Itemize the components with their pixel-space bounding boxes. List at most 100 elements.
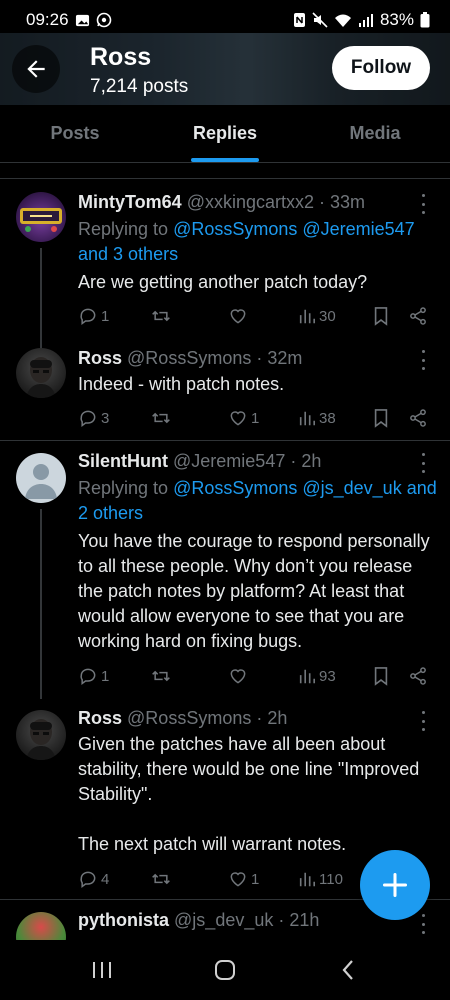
tweet-text: Given the patches have all been about st… [78,734,420,854]
thread-line [40,248,42,353]
wifi-icon [334,13,352,28]
tweet-actions: 3 1 38 [78,406,438,430]
back-button[interactable] [12,45,60,93]
display-name[interactable]: Ross [78,348,122,368]
like-button[interactable]: 1 [228,406,259,430]
tweet-header: MintyTom64 @xxkingcartxx2 · 33m [78,192,365,213]
views-icon [299,872,316,887]
display-name[interactable]: Ross [78,708,122,728]
more-options-icon[interactable] [416,914,430,934]
views-button[interactable]: 93 [298,664,336,688]
tweet-mintytom64[interactable]: MintyTom64 @xxkingcartxx2 · 33m Replying… [0,180,450,353]
tab-media[interactable]: Media [300,105,450,162]
follow-button[interactable]: Follow [332,46,430,90]
profile-name: Ross [90,43,152,71]
repost-button[interactable] [150,406,172,430]
reply-button[interactable]: 3 [78,406,109,430]
plus-icon [382,872,408,898]
bookmark-icon [374,667,388,686]
like-count: 1 [251,870,260,888]
more-options-icon[interactable] [416,453,430,473]
home-button[interactable] [195,950,255,990]
recent-apps-button[interactable] [72,950,132,990]
tweet-text: Indeed - with patch notes. [78,374,285,394]
repost-icon [152,670,170,682]
chevron-left-icon [342,960,354,980]
repost-button[interactable] [150,664,172,688]
avatar[interactable] [16,348,66,398]
reply-mentions[interactable]: @RossSymons @js_dev_uk [173,478,402,498]
avatar[interactable] [16,912,66,940]
display-name[interactable]: SilentHunt [78,451,168,471]
more-options-icon[interactable] [416,350,430,370]
recent-apps-icon [92,962,111,978]
tweet-actions: 1 93 [78,664,438,688]
reply-button[interactable]: 4 [78,867,109,891]
thread-line [40,509,42,699]
views-button[interactable]: 110 [298,867,343,891]
profile-tabs: Posts Replies Media [0,105,450,163]
heart-icon [230,411,246,426]
tab-posts[interactable]: Posts [0,105,150,162]
battery-percent: 83% [379,10,414,29]
like-button[interactable]: 1 [228,867,259,891]
repost-button[interactable] [150,304,172,328]
reply-count: 3 [101,409,110,427]
reply-button[interactable]: 1 [78,664,109,688]
repost-icon [152,873,170,885]
arrow-left-icon [27,60,45,78]
handle-time: @RossSymons · 2h [127,708,288,728]
handle-time: @RossSymons · 32m [127,348,303,368]
reply-count: 4 [101,870,110,888]
tweet-silenthunt[interactable]: SilentHunt @Jeremie547 · 2h Replying to … [0,441,450,699]
share-button[interactable] [408,304,428,328]
avatar[interactable] [16,192,66,242]
post-count: 7,214 posts [90,76,189,97]
tab-replies[interactable]: Replies [150,105,300,162]
view-count: 93 [319,667,336,685]
like-button[interactable] [228,664,248,688]
mute-icon [312,12,328,28]
bookmark-button[interactable] [372,406,390,430]
bookmark-button[interactable] [372,664,390,688]
avatar[interactable] [16,710,66,760]
tweet-header: SilentHunt @Jeremie547 · 2h [78,451,321,472]
reply-icon [80,668,96,685]
more-options-icon[interactable] [416,194,430,214]
reply-others[interactable]: and 3 others [78,244,178,264]
view-count: 38 [319,409,336,427]
repost-icon [152,412,170,424]
views-button[interactable]: 38 [298,406,336,430]
like-button[interactable] [228,304,248,328]
heart-icon [230,309,246,324]
tweet-header: Ross @RossSymons · 32m [78,348,302,369]
compose-button[interactable] [360,850,430,920]
handle-time: @Jeremie547 · 2h [173,451,322,471]
share-button[interactable] [408,664,428,688]
battery-icon [420,12,430,28]
whatsapp-icon [96,12,112,28]
reply-button[interactable]: 1 [78,304,109,328]
repost-button[interactable] [150,867,172,891]
bookmark-button[interactable] [372,304,390,328]
replying-to: Replying to @RossSymons @js_dev_uk and 2… [78,476,438,526]
clock: 09:26 [26,10,69,29]
reply-mentions[interactable]: @RossSymons @Jeremie547 [173,219,415,239]
avatar[interactable] [16,453,66,503]
tweet-text: Are we getting another patch today? [78,272,368,292]
more-options-icon[interactable] [416,711,430,731]
views-button[interactable]: 30 [298,304,336,328]
profile-header: Ross 7,214 posts Follow [0,33,450,105]
share-icon [410,307,426,325]
display-name[interactable]: pythonista [78,910,169,930]
views-icon [299,411,316,426]
bookmark-icon [374,307,388,326]
gallery-icon [75,13,90,28]
share-button[interactable] [408,406,428,430]
nfc-icon [293,12,306,28]
view-count: 110 [319,870,343,888]
display-name[interactable]: MintyTom64 [78,192,182,212]
tweet-ross-1[interactable]: Ross @RossSymons · 32m Indeed - with pat… [0,340,450,440]
system-back-button[interactable] [318,950,378,990]
views-icon [299,669,316,684]
